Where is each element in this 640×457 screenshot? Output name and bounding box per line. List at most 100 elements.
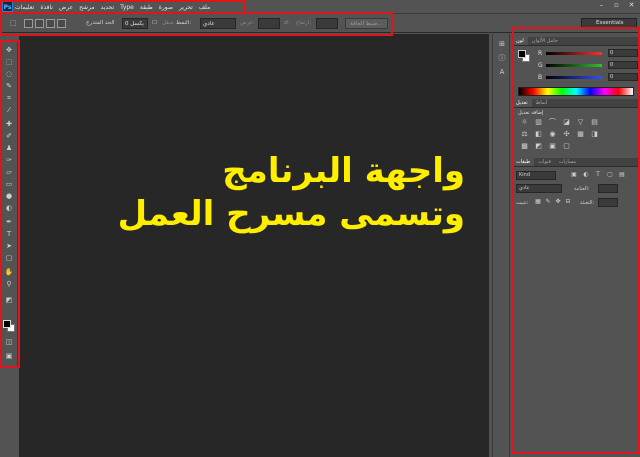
curves-icon[interactable]: ⌒ [548, 118, 557, 126]
levels-icon[interactable]: ▥ [534, 118, 543, 126]
height-input[interactable] [316, 18, 338, 29]
filter-pixel-icon[interactable]: ▣ [570, 171, 578, 179]
quick-select-icon[interactable]: ✎ [4, 82, 14, 91]
restore-icon[interactable]: ▫ [612, 1, 621, 10]
mixer-icon[interactable]: ✣ [562, 130, 571, 138]
blur-icon[interactable]: ● [4, 192, 14, 201]
tab-swatches[interactable]: حامل الألوان [528, 37, 562, 45]
menu-file[interactable]: ملف [199, 4, 210, 11]
lock-all-icon[interactable]: ⊟ [564, 198, 572, 206]
brightness-icon[interactable]: ☼ [520, 118, 529, 126]
filter-smart-icon[interactable]: ▤ [618, 171, 626, 179]
invert-icon[interactable]: ◨ [590, 130, 599, 138]
intersect-selection-icon[interactable] [57, 19, 66, 28]
character-icon[interactable]: A [497, 68, 507, 77]
anti-alias-checkbox-icon[interactable]: ☐ [152, 18, 157, 29]
subtract-selection-icon[interactable] [46, 19, 55, 28]
filter-type-icon[interactable]: T [594, 171, 602, 179]
layer-filter-kind[interactable]: Kind [516, 171, 556, 180]
bw-icon[interactable]: ◧ [534, 130, 543, 138]
tab-color[interactable]: لون [512, 37, 528, 45]
type-icon[interactable]: T [4, 230, 14, 239]
filter-adjust-icon[interactable]: ◐ [582, 171, 590, 179]
zoom-icon[interactable]: ⚲ [4, 280, 14, 289]
tab-adjustments[interactable]: تعديل [512, 99, 532, 107]
filter-shape-icon[interactable]: ▢ [606, 171, 614, 179]
properties-icon[interactable]: ⓘ [497, 54, 507, 63]
healing-icon[interactable]: ✚ [4, 120, 14, 129]
tab-layers[interactable]: طبقات [512, 158, 535, 166]
pen-icon[interactable]: ✒ [4, 218, 14, 227]
posterize-icon[interactable]: ▩ [520, 142, 529, 150]
vibrance-icon[interactable]: ▽ [576, 118, 585, 126]
menu-edit[interactable]: تحرير [179, 4, 193, 11]
menu-filter[interactable]: مرشح [79, 4, 94, 11]
minimize-icon[interactable]: – [597, 1, 606, 10]
quick-mask-icon[interactable]: ◫ [4, 338, 14, 347]
lookup-icon[interactable]: ▦ [576, 130, 585, 138]
eraser-icon[interactable]: ▱ [4, 168, 14, 177]
balance-icon[interactable]: ⚖ [520, 130, 529, 138]
menu-image[interactable]: صورة [159, 4, 173, 11]
menu-window[interactable]: نافذة [40, 4, 53, 11]
green-channel-row: G 0 [538, 61, 638, 69]
exposure-icon[interactable]: ◪ [562, 118, 571, 126]
green-slider[interactable] [546, 63, 602, 67]
remove-label: الحد المتدرج [86, 20, 115, 26]
gradient-map-icon[interactable]: ▢ [562, 142, 571, 150]
color-spectrum[interactable] [518, 87, 634, 96]
workspace-switcher[interactable]: Essentials [581, 18, 637, 28]
blue-value[interactable]: 0 [608, 73, 638, 81]
history-brush-icon[interactable]: ✑ [4, 156, 14, 165]
dodge-icon[interactable]: ◐ [4, 204, 14, 213]
lock-transparent-icon[interactable]: ▦ [534, 198, 542, 206]
foreground-color-swatch[interactable] [3, 320, 11, 328]
photo-filter-icon[interactable]: ◉ [548, 130, 557, 138]
marquee-icon[interactable]: ⬚ [4, 58, 14, 67]
style-select[interactable]: عادي [200, 18, 236, 29]
crop-icon[interactable]: ⌗ [4, 94, 14, 103]
add-selection-icon[interactable] [35, 19, 44, 28]
hand-icon[interactable]: ✋ [4, 268, 14, 277]
tab-channels[interactable]: قنوات [534, 158, 555, 166]
tab-styles[interactable]: أنماط [532, 99, 552, 107]
menu-view[interactable]: عرض [59, 4, 73, 11]
menu-type[interactable]: Type [120, 4, 134, 11]
brush-icon[interactable]: ✐ [4, 132, 14, 141]
red-slider[interactable] [546, 51, 602, 55]
green-value[interactable]: 0 [608, 61, 638, 69]
path-select-icon[interactable]: ➤ [4, 242, 14, 251]
stamp-icon[interactable]: ♟ [4, 144, 14, 153]
default-colors-icon[interactable]: ◩ [4, 296, 14, 305]
eyedropper-icon[interactable]: ⁄ [4, 106, 14, 115]
gradient-icon[interactable]: ▭ [4, 180, 14, 189]
refine-edge-button[interactable]: ضبط الحافة... [345, 18, 388, 29]
opacity-input[interactable] [598, 184, 618, 193]
menu-select[interactable]: تحديد [101, 4, 115, 11]
tab-paths[interactable]: مسارات [555, 158, 580, 166]
red-value[interactable]: 0 [608, 49, 638, 57]
close-icon[interactable]: ✕ [627, 1, 636, 10]
menu-layer[interactable]: طبقة [140, 4, 153, 11]
caption-line-1: واجهة البرنامج [222, 151, 465, 191]
hue-icon[interactable]: ▤ [590, 118, 599, 126]
fill-input[interactable] [598, 198, 618, 207]
blue-slider[interactable] [546, 75, 602, 79]
menu-help[interactable]: تعليمات [15, 4, 34, 11]
feather-input[interactable]: 0 بكسل [122, 18, 148, 29]
lasso-icon[interactable]: ◌ [4, 70, 14, 79]
lock-image-icon[interactable]: ✎ [544, 198, 552, 206]
new-selection-icon[interactable] [24, 19, 33, 28]
width-input[interactable] [258, 18, 280, 29]
selective-color-icon[interactable]: ▣ [548, 142, 557, 150]
lock-position-icon[interactable]: ✥ [554, 198, 562, 206]
shape-icon[interactable]: ▢ [4, 254, 14, 263]
swap-icon[interactable]: ⇄ [284, 18, 289, 29]
threshold-icon[interactable]: ◩ [534, 142, 543, 150]
blend-mode-select[interactable]: عادي [516, 184, 562, 193]
move-icon[interactable]: ✥ [4, 46, 14, 55]
color-fg-swatch[interactable] [518, 50, 526, 58]
marquee-tool-icon[interactable]: ⬚ [10, 18, 20, 29]
screen-mode-icon[interactable]: ▣ [4, 352, 14, 361]
history-icon[interactable]: ⊞ [497, 40, 507, 49]
